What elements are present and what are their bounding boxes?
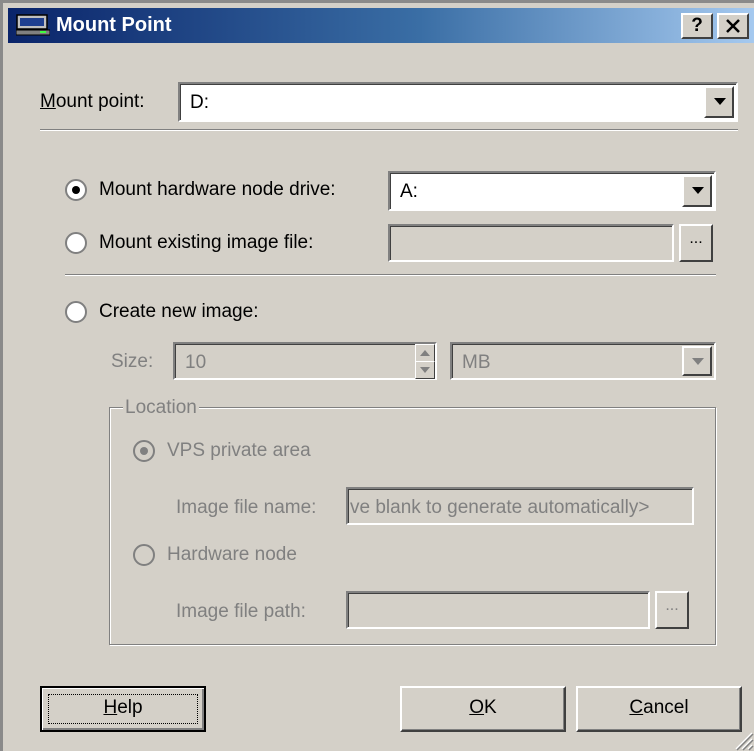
hardware-drive-value: A: — [400, 181, 418, 202]
hardware-drive-dropdown-button[interactable] — [682, 175, 712, 207]
mount-point-select[interactable]: D: — [178, 82, 738, 122]
image-file-path-browse-button[interactable]: ... — [655, 591, 689, 629]
close-icon — [726, 19, 740, 33]
radio-hardware-drive[interactable] — [65, 179, 87, 201]
size-input[interactable]: 10 — [173, 342, 437, 380]
size-unit-dropdown-button[interactable] — [682, 346, 712, 376]
title-bar[interactable]: Mount Point ? — [8, 8, 754, 43]
vps-private-area-label: VPS private area — [167, 440, 311, 461]
focus-rectangle — [48, 694, 198, 724]
mount-point-label-text: ount point: — [55, 91, 145, 112]
radio-existing-image[interactable] — [65, 232, 87, 254]
cancel-button[interactable]: Cancel — [576, 686, 742, 732]
chevron-down-icon — [714, 98, 726, 105]
size-spinner[interactable] — [415, 344, 435, 379]
ok-label: K — [484, 697, 497, 718]
window-title: Mount Point — [56, 14, 172, 36]
hardware-node-label: Hardware node — [167, 544, 297, 565]
radio-hardware-node[interactable] — [133, 544, 155, 566]
existing-image-browse-button[interactable]: ... — [679, 224, 713, 262]
hardware-drive-label: Mount hardware node drive: — [99, 179, 336, 200]
image-file-name-value: ve blank to generate automatically> — [350, 497, 650, 518]
radio-create-new[interactable] — [65, 301, 87, 323]
top-separator — [40, 129, 738, 131]
middle-separator — [65, 274, 716, 276]
existing-image-input[interactable] — [388, 224, 674, 262]
create-new-label: Create new image: — [99, 301, 259, 322]
resize-grip-icon[interactable] — [732, 729, 754, 751]
chevron-down-icon — [692, 187, 704, 194]
mount-point-value: D: — [190, 92, 209, 113]
cancel-label: ancel — [643, 697, 689, 718]
arrow-down-icon — [420, 367, 430, 373]
size-unit-value: MB — [462, 352, 491, 373]
close-button[interactable] — [717, 13, 749, 39]
drive-icon — [16, 14, 50, 36]
spin-up-button[interactable] — [415, 344, 435, 362]
size-unit-select[interactable]: MB — [450, 342, 716, 380]
size-label: Size: — [111, 351, 154, 372]
hardware-drive-select[interactable]: A: — [388, 171, 716, 211]
image-file-path-label: Image file path: — [176, 601, 306, 622]
image-file-name-label: Image file name: — [176, 497, 317, 518]
cancel-accel: C — [629, 697, 644, 718]
ok-button[interactable]: OK — [400, 686, 566, 732]
size-value: 10 — [185, 352, 207, 373]
image-file-name-input[interactable]: ve blank to generate automatically> — [346, 487, 694, 525]
spin-down-button[interactable] — [415, 361, 435, 379]
help-button[interactable]: Help — [40, 686, 206, 732]
radio-vps-private-area[interactable] — [133, 440, 155, 462]
mount-point-label: Mount point: — [40, 89, 145, 115]
location-legend: Location — [123, 397, 199, 419]
mount-point-accel: M — [40, 91, 56, 112]
mount-point-dialog: Mount Point ? Mount point: D: Mount hard… — [0, 0, 754, 751]
arrow-up-icon — [420, 350, 430, 356]
existing-image-label: Mount existing image file: — [99, 232, 314, 253]
help-caption-button[interactable]: ? — [681, 13, 713, 39]
ok-accel: O — [469, 697, 485, 718]
image-file-path-input[interactable] — [346, 591, 650, 629]
mount-point-dropdown-button[interactable] — [704, 86, 734, 118]
chevron-down-icon — [692, 358, 704, 365]
